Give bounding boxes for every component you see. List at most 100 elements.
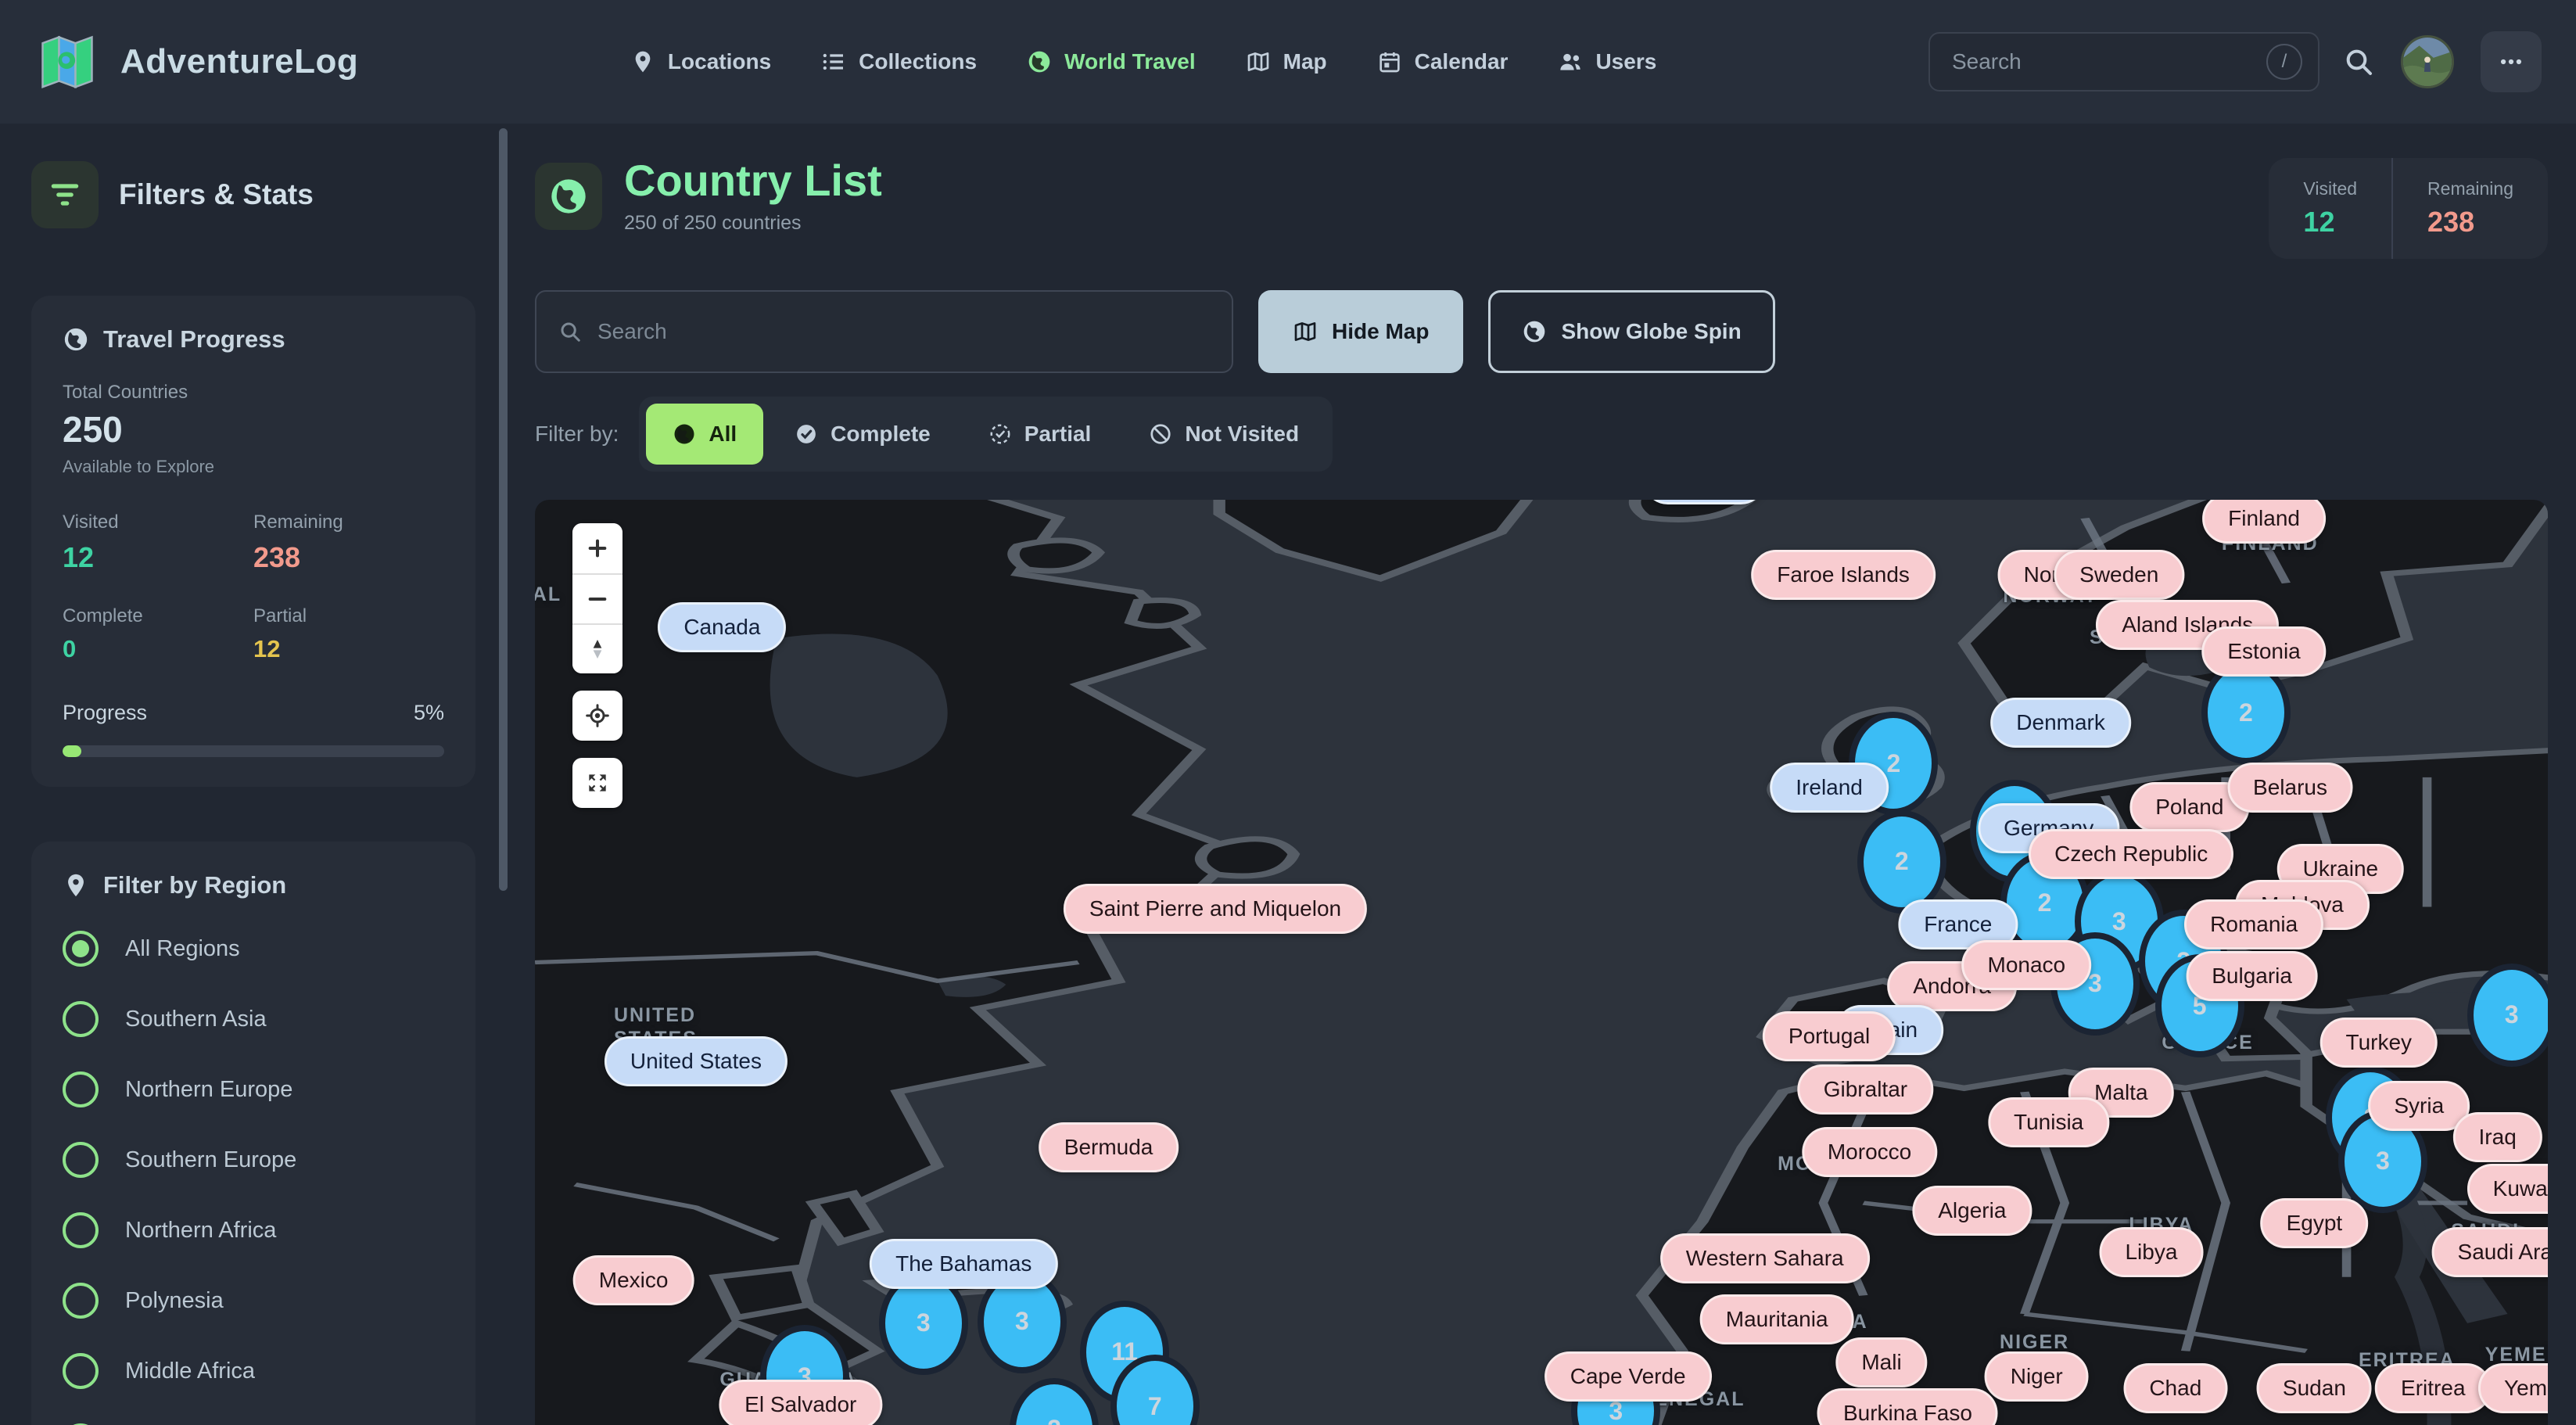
status-filter-group: AllCompletePartialNot Visited	[639, 397, 1333, 472]
filter-chip-all[interactable]: All	[646, 404, 763, 465]
country-pill-finland[interactable]: Finland	[2202, 500, 2326, 544]
country-pill-canada[interactable]: Canada	[658, 602, 786, 652]
search-icon[interactable]	[2343, 46, 2374, 77]
country-pill-sweden[interactable]: Sweden	[2054, 550, 2184, 600]
radio-unchecked[interactable]	[63, 1071, 99, 1107]
country-pill-morocco[interactable]: Morocco	[1802, 1127, 1937, 1177]
navbar-search[interactable]: /	[1928, 32, 2319, 92]
region-option-southern-europe[interactable]: Southern Europe	[63, 1142, 444, 1178]
filter-chip-not-visited[interactable]: Not Visited	[1122, 404, 1326, 465]
country-pill-eritrea[interactable]: Eritrea	[2375, 1363, 2491, 1413]
country-pill-libya[interactable]: Libya	[2099, 1227, 2203, 1277]
show-globe-spin-button[interactable]: Show Globe Spin	[1488, 290, 1774, 373]
main-content: Country List 250 of 250 countries Visite…	[510, 124, 2576, 1425]
map-controls	[572, 523, 622, 808]
country-pill-faroe-islands[interactable]: Faroe Islands	[1751, 550, 1936, 600]
globe-outline-icon	[63, 326, 89, 353]
country-pill-mauritania[interactable]: Mauritania	[1700, 1294, 1854, 1344]
country-pill-romania[interactable]: Romania	[2184, 899, 2323, 949]
country-pill-estonia[interactable]: Estonia	[2201, 626, 2326, 677]
stats-remaining-label: Remaining	[2427, 178, 2513, 199]
country-pill-bulgaria[interactable]: Bulgaria	[2186, 951, 2318, 1001]
radio-checked[interactable]	[63, 931, 99, 967]
more-menu-button[interactable]	[2481, 31, 2542, 92]
radio-unchecked[interactable]	[63, 1001, 99, 1037]
country-pill-chad[interactable]: Chad	[2123, 1363, 2227, 1413]
filter-chip-complete[interactable]: Complete	[768, 404, 957, 465]
country-pill-mali[interactable]: Mali	[1835, 1337, 1927, 1387]
map-base-label: AL	[535, 583, 561, 606]
radio-unchecked[interactable]	[63, 1142, 99, 1178]
nav-item-map[interactable]: Map	[1246, 49, 1327, 74]
region-option-polynesia[interactable]: Polynesia	[63, 1283, 444, 1319]
nav-item-collections[interactable]: Collections	[821, 49, 977, 74]
avatar[interactable]	[2401, 35, 2454, 88]
country-pill-the-bahamas[interactable]: The Bahamas	[870, 1239, 1057, 1289]
pin-icon	[63, 872, 89, 899]
country-pill-niger[interactable]: Niger	[1985, 1351, 2089, 1402]
region-option-northern-europe[interactable]: Northern Europe	[63, 1071, 444, 1107]
country-search[interactable]	[535, 290, 1233, 373]
country-pill-el-salvador[interactable]: El Salvador	[719, 1380, 882, 1425]
country-pill-portugal[interactable]: Portugal	[1763, 1011, 1896, 1061]
country-pill-belarus[interactable]: Belarus	[2227, 763, 2353, 813]
check-circle-icon	[795, 422, 818, 446]
sidebar-title: Filters & Stats	[119, 178, 314, 211]
nav-item-locations[interactable]: Locations	[630, 49, 771, 74]
country-pill-cape-verde[interactable]: Cape Verde	[1545, 1351, 1712, 1402]
nav-item-users[interactable]: Users	[1558, 49, 1656, 74]
users-icon	[1558, 49, 1583, 74]
map-locate-button[interactable]	[572, 691, 622, 741]
region-option-all-regions[interactable]: All Regions	[63, 931, 444, 967]
country-pill-kuwait[interactable]: Kuwait	[2467, 1164, 2548, 1214]
world-map[interactable]: ALUNITED STATESNORWAYSWEDENFINLANDGREECE…	[535, 500, 2548, 1425]
map-zoom-out-button[interactable]	[572, 573, 622, 623]
map-cluster-marker[interactable]: 3	[2467, 964, 2548, 1067]
country-pill-burkina-faso[interactable]: Burkina Faso	[1817, 1388, 1998, 1425]
country-pill-ireland[interactable]: Ireland	[1770, 763, 1889, 813]
country-pill-gibraltar[interactable]: Gibraltar	[1798, 1064, 1933, 1115]
country-pill-egypt[interactable]: Egypt	[2261, 1198, 2369, 1248]
country-pill-monaco[interactable]: Monaco	[1962, 940, 2092, 990]
region-option-northern-africa[interactable]: Northern Africa	[63, 1212, 444, 1248]
country-pill-sudan[interactable]: Sudan	[2257, 1363, 2372, 1413]
total-countries-value: 250	[63, 408, 444, 450]
country-pill-tunisia[interactable]: Tunisia	[1988, 1097, 2109, 1147]
country-pill-syria[interactable]: Syria	[2368, 1081, 2470, 1131]
map-zoom-in-button[interactable]	[572, 523, 622, 573]
slash-circle-icon	[1149, 422, 1172, 446]
radio-unchecked[interactable]	[63, 1283, 99, 1319]
country-pill-united-states[interactable]: United States	[605, 1036, 788, 1086]
radio-unchecked[interactable]	[63, 1212, 99, 1248]
country-search-input[interactable]	[597, 319, 1210, 344]
country-pill-bermuda[interactable]: Bermuda	[1039, 1122, 1179, 1172]
navbar-search-input[interactable]	[1952, 49, 2266, 74]
country-pill-turkey[interactable]: Turkey	[2320, 1018, 2438, 1068]
region-option-middle-africa[interactable]: Middle Africa	[63, 1353, 444, 1389]
country-pill-saint-pierre-and-miquelon[interactable]: Saint Pierre and Miquelon	[1064, 884, 1367, 934]
stats-visited-label: Visited	[2303, 178, 2357, 199]
map-compass-button[interactable]	[572, 623, 622, 673]
country-pill-iraq[interactable]: Iraq	[2453, 1112, 2542, 1162]
radio-unchecked[interactable]	[63, 1353, 99, 1389]
brand[interactable]: AdventureLog	[34, 29, 358, 95]
country-pill-yemen[interactable]: Yemen	[2478, 1363, 2548, 1413]
map-cluster-marker[interactable]: 2	[1857, 810, 1946, 914]
country-pill-algeria[interactable]: Algeria	[1912, 1186, 2032, 1236]
country-pill-czech-republic[interactable]: Czech Republic	[2029, 829, 2233, 879]
region-option-southern-asia[interactable]: Southern Asia	[63, 1001, 444, 1037]
header-stats: Visited 12 Remaining 238	[2269, 158, 2548, 259]
country-list-globe-icon	[535, 163, 602, 230]
country-pill-western-sahara[interactable]: Western Sahara	[1660, 1233, 1870, 1283]
country-pill-saudi-arabia[interactable]: Saudi Arabia	[2432, 1227, 2548, 1277]
nav-item-world-travel[interactable]: World Travel	[1027, 49, 1196, 74]
complete-value: 0	[63, 635, 253, 663]
sidebar-scrollbar[interactable]	[499, 128, 508, 891]
app-title: AdventureLog	[120, 42, 358, 81]
nav-item-calendar[interactable]: Calendar	[1377, 49, 1509, 74]
hide-map-button[interactable]: Hide Map	[1258, 290, 1463, 373]
country-pill-denmark[interactable]: Denmark	[1990, 698, 2131, 748]
map-fullscreen-button[interactable]	[572, 758, 622, 808]
filter-chip-partial[interactable]: Partial	[962, 404, 1118, 465]
country-pill-mexico[interactable]: Mexico	[573, 1255, 694, 1305]
